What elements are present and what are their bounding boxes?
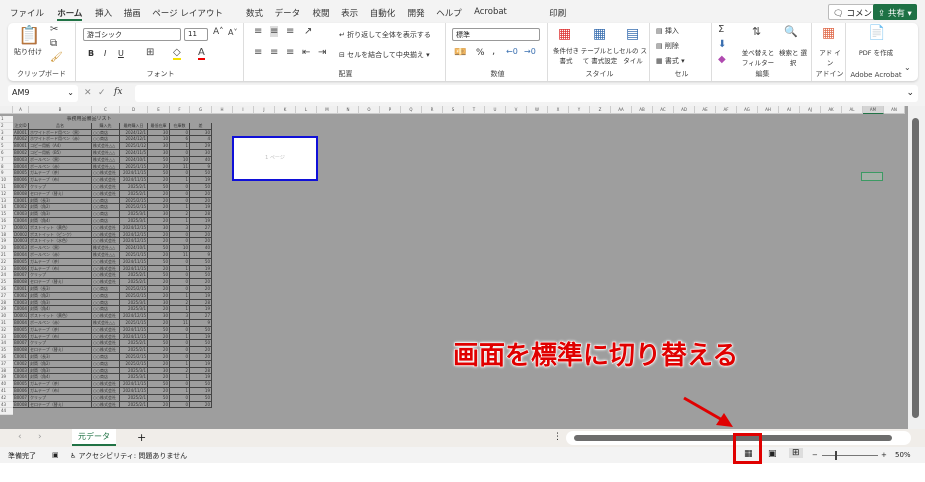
annotation-arrow [683,396,733,427]
annotation-highlight-box [733,433,762,464]
